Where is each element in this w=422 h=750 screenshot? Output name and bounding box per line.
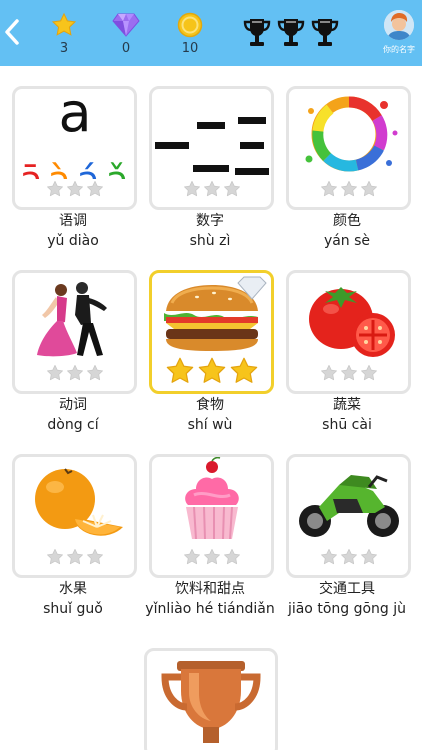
star-rating (152, 180, 271, 198)
burger-illustration (164, 276, 267, 351)
category-card-verbs[interactable] (12, 270, 137, 394)
gem-icon (112, 13, 140, 37)
category-title: 水果 (59, 581, 87, 597)
star-empty-icon (86, 548, 103, 565)
star-empty-icon (86, 364, 103, 381)
back-button[interactable] (2, 16, 24, 48)
avatar[interactable] (384, 10, 414, 40)
category-card-transportation[interactable] (286, 454, 411, 578)
trophy-icon (277, 19, 305, 46)
color-splash-illustration (305, 96, 398, 172)
dancing-couple-illustration (37, 282, 107, 357)
category-title: 动词 (59, 397, 87, 413)
category-card-vegetables[interactable] (286, 270, 411, 394)
star-rating (152, 548, 271, 566)
star-empty-icon (183, 548, 200, 565)
gems-count: 0 (121, 41, 131, 56)
star-empty-icon (320, 548, 337, 565)
category-pinyin: shù zì (189, 233, 231, 249)
category-card-drinks-desserts[interactable] (149, 454, 274, 578)
star-rating (289, 548, 408, 566)
category-pinyin: shí wù (187, 417, 233, 433)
star-empty-icon (320, 180, 337, 197)
coins-count: 10 (181, 41, 199, 56)
category-title: 交通工具 (319, 581, 375, 597)
category-title: 数字 (196, 213, 224, 229)
star-empty-icon (340, 180, 357, 197)
star-filled-icon (166, 357, 193, 383)
stars-counter: 3 (44, 12, 84, 56)
star-empty-icon (203, 548, 220, 565)
category-card-tones[interactable]: a ā à á ǎ (12, 86, 137, 210)
star-empty-icon (46, 180, 63, 197)
star-empty-icon (340, 548, 357, 565)
motorcycle-illustration (299, 475, 399, 537)
category-card-numbers[interactable] (149, 86, 274, 210)
tone-mark-1: ā (19, 158, 42, 179)
star-rating (15, 548, 134, 566)
star-empty-icon (66, 180, 83, 197)
back-chevron-icon (5, 19, 19, 45)
category-pinyin: yǐnliào hé tiándiǎn (145, 601, 275, 617)
star-empty-icon (340, 364, 357, 381)
star-rating (15, 180, 134, 198)
tone-mark-2: à (47, 158, 70, 179)
star-empty-icon (183, 180, 200, 197)
category-pinyin: shuǐ guǒ (43, 601, 103, 617)
category-pinyin: yǔ diào (47, 233, 99, 249)
coin-icon (177, 12, 203, 38)
bronze-trophy-icon (161, 661, 261, 743)
chinese-numerals-illustration (155, 117, 269, 175)
star-empty-icon (320, 364, 337, 381)
category-pinyin: jiāo tōng gōng jù (287, 601, 407, 617)
star-empty-icon (360, 364, 377, 381)
star-empty-icon (66, 364, 83, 381)
category-title: 饮料和甜点 (175, 581, 245, 597)
star-empty-icon (223, 180, 240, 197)
star-empty-icon (66, 548, 83, 565)
star-empty-icon (86, 180, 103, 197)
category-pinyin: dòng cí (47, 417, 99, 433)
star-icon (51, 12, 77, 36)
category-title: 颜色 (333, 213, 361, 229)
category-card-fruits[interactable] (12, 454, 137, 578)
category-title: 食物 (196, 397, 224, 413)
avatar-icon (384, 10, 414, 40)
tone-mark-3: á (76, 158, 99, 179)
star-empty-icon (203, 180, 220, 197)
star-filled-icon (230, 357, 257, 383)
top-bar: 3 0 10 你的名字 (0, 0, 422, 66)
category-pinyin: shū cài (322, 417, 372, 433)
orange-illustration (35, 468, 123, 536)
coins-counter: 10 (170, 12, 210, 56)
category-title: 蔬菜 (333, 397, 361, 413)
trophy-icon (311, 19, 339, 46)
star-empty-icon (46, 548, 63, 565)
profile-name: 你的名字 (383, 45, 415, 54)
star-empty-icon (360, 548, 377, 565)
category-pinyin: yán sè (323, 233, 371, 249)
category-card-food[interactable] (149, 270, 274, 394)
tone-big-letter: a (58, 89, 91, 144)
cupcake-illustration (185, 457, 239, 540)
stars-count: 3 (59, 41, 69, 56)
star-rating (152, 356, 271, 386)
star-filled-icon (198, 357, 225, 383)
star-empty-icon (360, 180, 377, 197)
star-rating (15, 364, 134, 382)
tone-mark-4: ǎ (105, 158, 128, 179)
star-empty-icon (223, 548, 240, 565)
tomato-illustration (309, 287, 395, 357)
trophy-icon (243, 19, 271, 46)
category-title: 语调 (59, 213, 87, 229)
category-card-colors[interactable] (286, 86, 411, 210)
star-empty-icon (46, 364, 63, 381)
star-rating (289, 364, 408, 382)
trophy-card[interactable] (144, 648, 278, 750)
tone-letters-illustration: a ā à á ǎ (19, 89, 128, 179)
star-rating (289, 180, 408, 198)
gems-counter: 0 (106, 12, 146, 56)
